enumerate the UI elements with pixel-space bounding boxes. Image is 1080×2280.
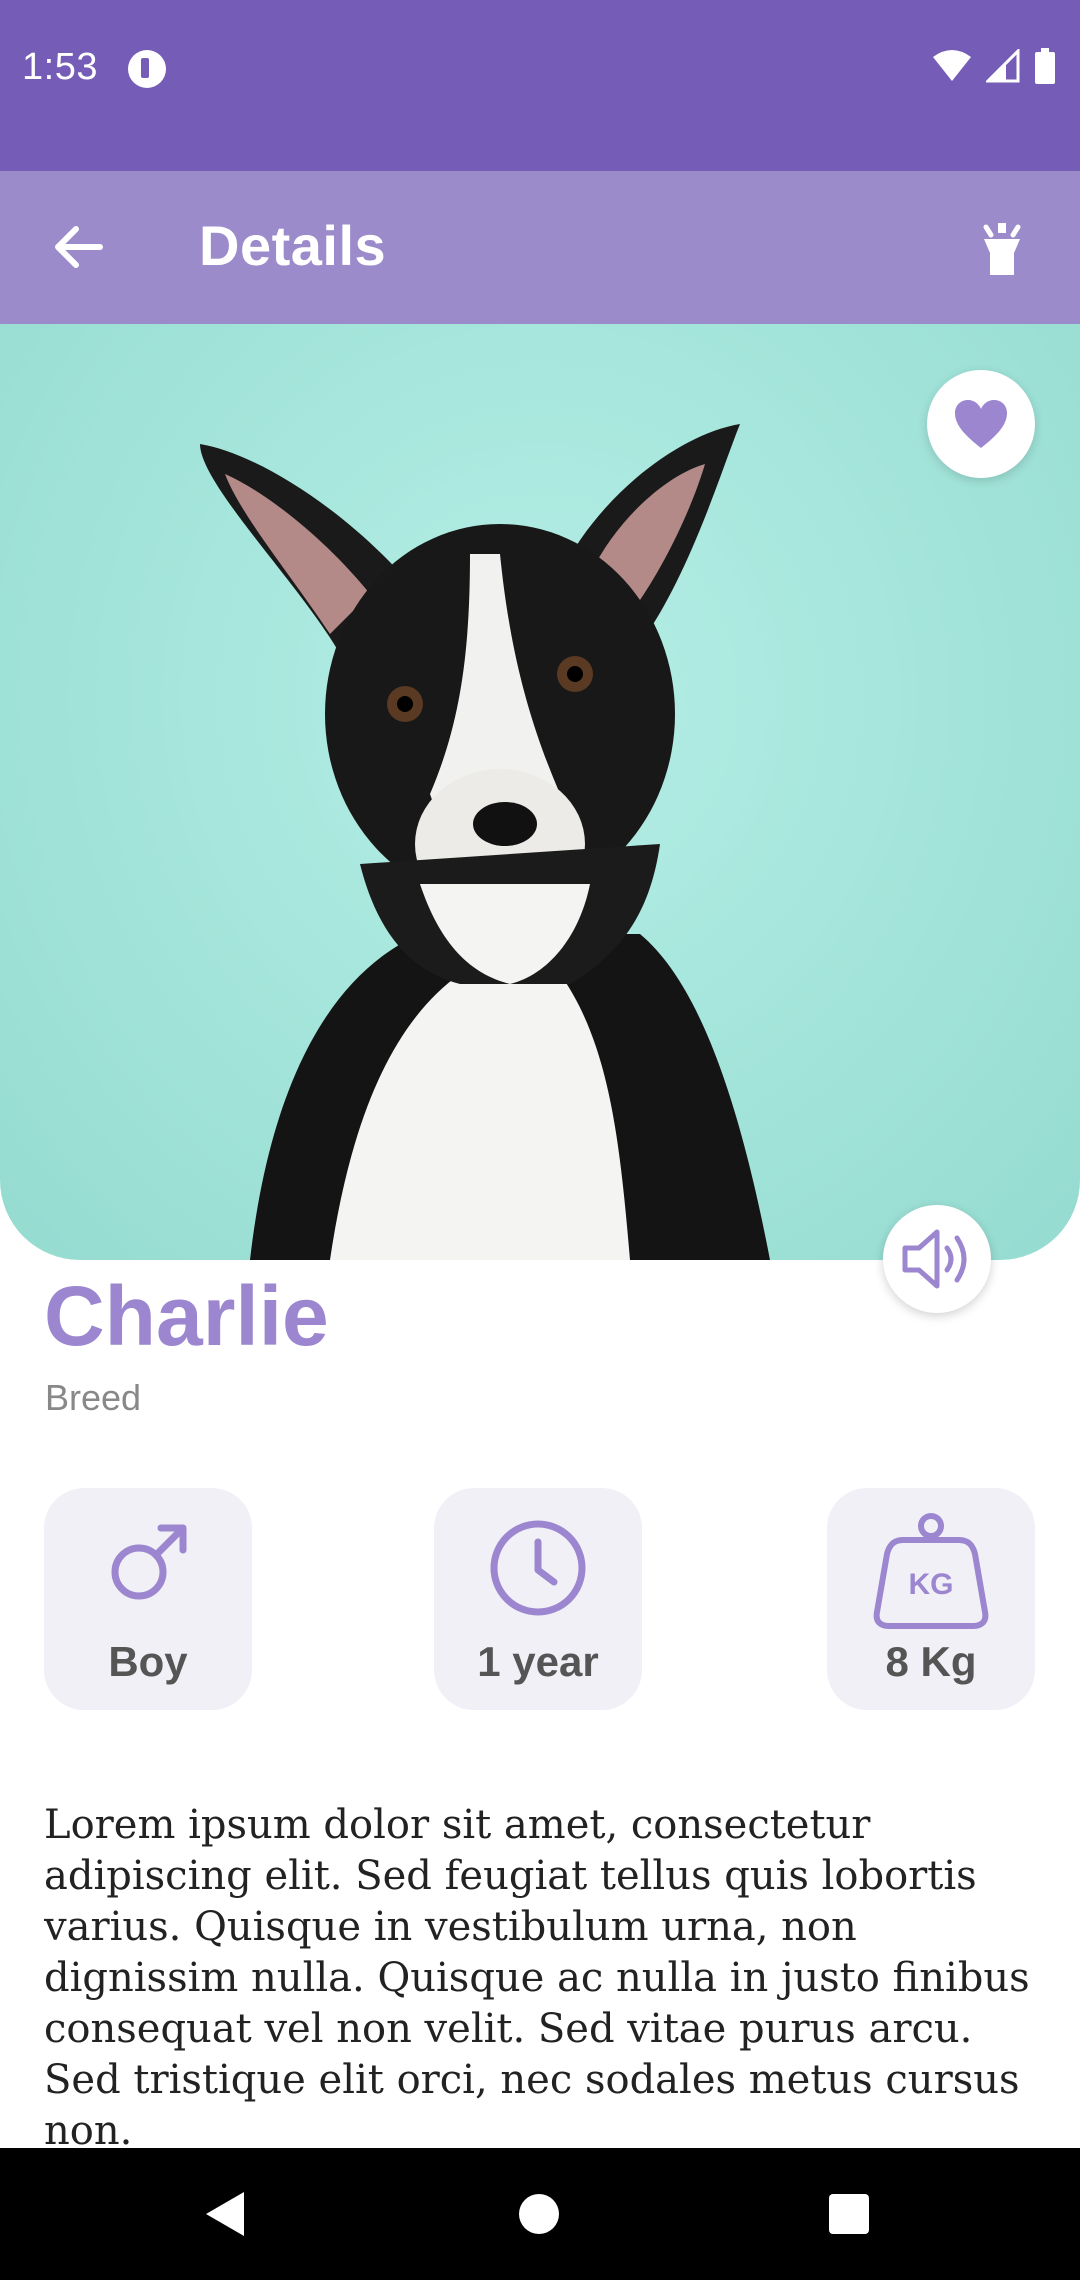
pet-breed: Breed (45, 1377, 142, 1418)
male-icon (111, 1524, 187, 1600)
flashlight-button[interactable] (960, 205, 1044, 289)
pet-name: Charlie (44, 1269, 329, 1363)
status-time: 1:53 (22, 46, 98, 88)
gender-card: Boy (44, 1488, 252, 1710)
p-icon (128, 50, 166, 88)
favorite-button[interactable] (927, 370, 1035, 478)
nav-recents-icon[interactable] (829, 2194, 869, 2234)
flashlight-icon (983, 223, 1021, 275)
wifi-icon (933, 50, 971, 81)
signal-icon (986, 49, 1020, 83)
weight-card: KG 8 Kg (827, 1488, 1035, 1710)
clock-icon (490, 1520, 586, 1616)
weight-icon: KG (873, 1513, 989, 1629)
weight-label: 8 Kg (885, 1638, 977, 1685)
system-nav-bar (0, 2148, 1080, 2280)
status-icons (932, 48, 1056, 84)
dog-illustration (200, 424, 770, 1260)
nav-home-icon[interactable] (519, 2194, 559, 2234)
page-title: Details (199, 214, 387, 277)
age-label: 1 year (477, 1638, 599, 1685)
play-sound-button[interactable] (883, 1205, 991, 1313)
arrow-left-icon (55, 226, 103, 268)
battery-icon (1035, 48, 1055, 84)
heart-icon (955, 400, 1007, 448)
status-bar: 1:53 (0, 0, 1080, 171)
app-bar: Details (0, 171, 1080, 324)
nav-back-icon[interactable] (200, 2188, 248, 2240)
pet-description: Lorem ipsum dolor sit amet, consectetur … (44, 1802, 1030, 2145)
back-button[interactable] (36, 205, 120, 289)
weight-icon-text: KG (909, 1568, 954, 1601)
speaker-icon (902, 1229, 967, 1289)
pet-photo (0, 324, 1080, 1260)
age-card: 1 year (434, 1488, 642, 1710)
gender-label: Boy (108, 1638, 188, 1685)
